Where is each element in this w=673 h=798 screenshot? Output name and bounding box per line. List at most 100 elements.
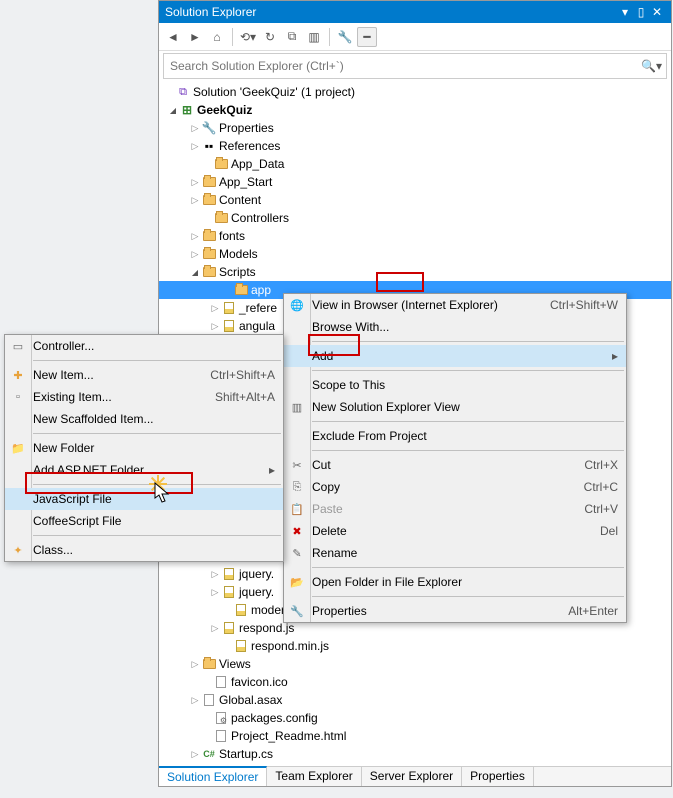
file-node[interactable]: favicon.ico <box>159 673 671 691</box>
menu-open-folder[interactable]: 📂Open Folder in File Explorer <box>284 571 626 593</box>
menu-new-item[interactable]: ✚New Item...Ctrl+Shift+A <box>5 364 283 386</box>
menu-aspnet-folder[interactable]: Add ASP.NET Folder▸ <box>5 459 283 481</box>
search-input[interactable] <box>168 58 641 74</box>
menu-coffeescript-file[interactable]: CoffeeScript File <box>5 510 283 532</box>
menu-browse-with[interactable]: Browse With... <box>284 316 626 338</box>
dropdown-icon[interactable]: ▾ <box>617 5 633 19</box>
menu-add[interactable]: Add▸ <box>284 345 626 367</box>
copy-icon: ⎘ <box>288 481 306 494</box>
sync-button[interactable]: ⟲▾ <box>238 27 258 47</box>
file-node[interactable]: Global.asax <box>159 691 671 709</box>
controller-icon: ▭ <box>9 340 27 353</box>
menu-rename[interactable]: ✎Rename <box>284 542 626 564</box>
bottom-tabs: Solution Explorer Team Explorer Server E… <box>159 766 671 786</box>
wrench-icon: 🔧 <box>201 120 217 136</box>
menu-class[interactable]: ✦Class... <box>5 539 283 561</box>
folder-node[interactable]: Models <box>159 245 671 263</box>
tab-solution-explorer[interactable]: Solution Explorer <box>159 766 267 786</box>
js-file-icon <box>221 300 237 316</box>
folder-icon <box>201 656 217 672</box>
folder-icon <box>233 282 249 298</box>
menu-javascript-file[interactable]: JavaScript File <box>5 488 283 510</box>
menu-cut[interactable]: ✂CutCtrl+X <box>284 454 626 476</box>
menu-delete[interactable]: ✖DeleteDel <box>284 520 626 542</box>
file-node[interactable]: packages.config <box>159 709 671 727</box>
menu-existing-item[interactable]: ▫Existing Item...Shift+Alt+A <box>5 386 283 408</box>
folder-node[interactable]: Views <box>159 655 671 673</box>
forward-button[interactable]: ► <box>185 27 205 47</box>
open-folder-icon: 📂 <box>288 576 306 589</box>
js-file-icon <box>233 602 249 618</box>
file-node[interactable]: respond.min.js <box>159 637 671 655</box>
close-icon[interactable]: ✕ <box>649 5 665 19</box>
js-file-icon <box>221 566 237 582</box>
menu-scaffolded[interactable]: New Scaffolded Item... <box>5 408 283 430</box>
browser-icon: 🌐 <box>288 299 306 312</box>
references-node[interactable]: ▪▪References <box>159 137 671 155</box>
cs-file-icon <box>201 746 217 762</box>
folder-icon <box>201 246 217 262</box>
search-icon[interactable]: 🔍▾ <box>641 59 662 73</box>
file-icon <box>213 728 229 744</box>
folder-icon <box>213 156 229 172</box>
view-icon: ▥ <box>288 401 306 414</box>
folder-node[interactable]: App_Data <box>159 155 671 173</box>
menu-new-folder[interactable]: 📁New Folder <box>5 437 283 459</box>
collapse-button[interactable]: ⧉ <box>282 27 302 47</box>
new-item-icon: ✚ <box>9 369 27 382</box>
folder-node[interactable]: App_Start <box>159 173 671 191</box>
home-button[interactable]: ⌂ <box>207 27 227 47</box>
existing-item-icon: ▫ <box>9 391 27 403</box>
menu-copy[interactable]: ⎘CopyCtrl+C <box>284 476 626 498</box>
file-icon <box>201 692 217 708</box>
folder-node[interactable]: fonts <box>159 227 671 245</box>
js-file-icon <box>221 584 237 600</box>
properties-icon: 🔧 <box>288 605 306 618</box>
folder-icon <box>213 210 229 226</box>
context-menu: 🌐View in Browser (Internet Explorer)Ctrl… <box>283 293 627 623</box>
panel-title-bar: Solution Explorer ▾ ▯ ✕ <box>159 1 671 23</box>
submenu-arrow-icon: ▸ <box>269 463 275 477</box>
config-icon <box>201 764 217 766</box>
tab-server-explorer[interactable]: Server Explorer <box>362 767 462 786</box>
folder-icon <box>201 192 217 208</box>
solution-node[interactable]: ⧉ Solution 'GeekQuiz' (1 project) <box>159 83 671 101</box>
file-icon <box>213 674 229 690</box>
menu-exclude[interactable]: Exclude From Project <box>284 425 626 447</box>
cut-icon: ✂ <box>288 459 306 472</box>
new-folder-icon: 📁 <box>9 442 27 455</box>
file-node[interactable]: Startup.cs <box>159 745 671 763</box>
back-button[interactable]: ◄ <box>163 27 183 47</box>
show-all-button[interactable]: ▥ <box>304 27 324 47</box>
class-icon: ✦ <box>9 544 27 557</box>
tab-properties[interactable]: Properties <box>462 767 534 786</box>
panel-title: Solution Explorer <box>165 5 617 19</box>
search-box[interactable]: 🔍▾ <box>163 53 667 79</box>
menu-new-sev[interactable]: ▥New Solution Explorer View <box>284 396 626 418</box>
refresh-button[interactable]: ↻ <box>260 27 280 47</box>
menu-scope[interactable]: Scope to This <box>284 374 626 396</box>
properties-node[interactable]: 🔧Properties <box>159 119 671 137</box>
folder-node[interactable]: Content <box>159 191 671 209</box>
preview-button[interactable]: ━ <box>357 27 377 47</box>
file-node[interactable]: Project_Readme.html <box>159 727 671 745</box>
menu-controller[interactable]: ▭Controller... <box>5 335 283 357</box>
properties-button[interactable]: 🔧 <box>335 27 355 47</box>
project-node[interactable]: ⊞ GeekQuiz <box>159 101 671 119</box>
scripts-node[interactable]: Scripts <box>159 263 671 281</box>
delete-icon: ✖ <box>288 525 306 538</box>
folder-node[interactable]: Controllers <box>159 209 671 227</box>
toolbar: ◄ ► ⌂ ⟲▾ ↻ ⧉ ▥ 🔧 ━ <box>159 23 671 51</box>
solution-icon: ⧉ <box>175 84 191 100</box>
paste-icon: 📋 <box>288 503 306 516</box>
js-file-icon <box>233 638 249 654</box>
submenu-arrow-icon: ▸ <box>612 349 618 363</box>
tab-team-explorer[interactable]: Team Explorer <box>267 767 361 786</box>
file-node[interactable]: Web.config <box>159 763 671 766</box>
menu-view-browser[interactable]: 🌐View in Browser (Internet Explorer)Ctrl… <box>284 294 626 316</box>
folder-icon <box>201 174 217 190</box>
chevron-down-icon[interactable] <box>167 106 179 115</box>
pin-icon[interactable]: ▯ <box>633 5 649 19</box>
menu-paste: 📋PasteCtrl+V <box>284 498 626 520</box>
menu-properties[interactable]: 🔧PropertiesAlt+Enter <box>284 600 626 622</box>
